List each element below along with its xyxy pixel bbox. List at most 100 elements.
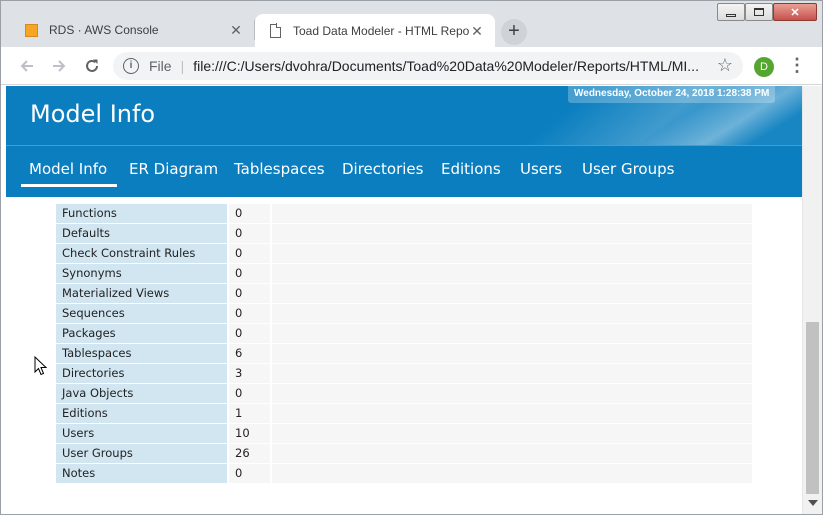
table-row: Defaults 0 xyxy=(56,224,752,244)
table-row: Java Objects 0 xyxy=(56,384,752,404)
nav-user-groups[interactable]: User Groups xyxy=(582,160,674,178)
table-row: Synonyms 0 xyxy=(56,264,752,284)
table-row: Notes 0 xyxy=(56,464,752,484)
nav-tablespaces[interactable]: Tablespaces xyxy=(234,160,325,178)
row-label: Defaults xyxy=(56,224,227,243)
url-separator: | xyxy=(180,58,185,74)
row-value: 0 xyxy=(229,324,270,343)
scroll-down-arrow-icon[interactable] xyxy=(808,500,818,506)
table-row: Check Constraint Rules 0 xyxy=(56,244,752,264)
nav-er-diagram[interactable]: ER Diagram xyxy=(129,160,218,178)
row-label: Packages xyxy=(56,324,227,343)
page-title: Model Info xyxy=(30,100,156,128)
arrow-right-icon xyxy=(53,60,66,72)
row-value: 0 xyxy=(229,304,270,323)
row-empty-cell xyxy=(272,204,752,223)
tab-title: RDS · AWS Console xyxy=(49,23,159,37)
row-label: User Groups xyxy=(56,444,227,463)
close-window-button[interactable]: ✕ xyxy=(773,3,817,21)
row-empty-cell xyxy=(272,384,752,403)
close-icon[interactable]: ✕ xyxy=(469,23,485,39)
arrow-left-icon xyxy=(20,60,33,72)
tab-rds-aws-console[interactable]: RDS · AWS Console ✕ xyxy=(11,20,255,40)
maximize-icon xyxy=(754,8,764,16)
reload-icon xyxy=(86,59,98,72)
row-value: 0 xyxy=(229,224,270,243)
report-timestamp: Wednesday, October 24, 2018 1:28:38 PM xyxy=(568,86,776,103)
row-empty-cell xyxy=(272,324,752,343)
row-value: 0 xyxy=(229,384,270,403)
row-value: 0 xyxy=(229,264,270,283)
table-row: User Groups 26 xyxy=(56,444,752,464)
row-empty-cell xyxy=(272,464,752,483)
table-row: Functions 0 xyxy=(56,204,752,224)
row-label: Java Objects xyxy=(56,384,227,403)
row-label: Directories xyxy=(56,364,227,383)
table-row: Directories 3 xyxy=(56,364,752,384)
table-row: Materialized Views 0 xyxy=(56,284,752,304)
aws-box-icon xyxy=(23,22,39,38)
row-label: Materialized Views xyxy=(56,284,227,303)
close-icon[interactable]: ✕ xyxy=(228,22,244,38)
model-info-table: Functions 0 Defaults 0 Check Constraint Rule… xyxy=(56,204,752,484)
tab-toad-data-modeler[interactable]: Toad Data Modeler - HTML Repo ✕ xyxy=(255,14,495,47)
menu-kebab-icon[interactable]: ⋮ xyxy=(787,55,807,77)
row-label: Sequences xyxy=(56,304,227,323)
scheme-label: File xyxy=(149,58,172,74)
row-label: Functions xyxy=(56,204,227,223)
browser-window: RDS · AWS Console ✕ Toad Data Modeler - … xyxy=(0,0,823,515)
bookmark-star-icon[interactable]: ☆ xyxy=(713,54,737,78)
table-row: Editions 1 xyxy=(56,404,752,424)
row-empty-cell xyxy=(272,304,752,323)
row-empty-cell xyxy=(272,364,752,383)
table-row: Tablespaces 6 xyxy=(56,344,752,364)
maximize-button[interactable] xyxy=(745,3,773,21)
row-value: 26 xyxy=(229,444,270,463)
page-viewport: Model Info Wednesday, October 24, 2018 1… xyxy=(1,86,822,514)
row-value: 0 xyxy=(229,204,270,223)
row-label: Notes xyxy=(56,464,227,483)
row-empty-cell xyxy=(272,264,752,283)
back-button[interactable] xyxy=(15,54,39,78)
address-bar[interactable]: i File | file:///C:/Users/dvohra/Documen… xyxy=(113,52,743,80)
profile-avatar[interactable]: D xyxy=(754,57,774,77)
row-label: Check Constraint Rules xyxy=(56,244,227,263)
row-empty-cell xyxy=(272,344,752,363)
scrollbar-thumb[interactable] xyxy=(806,322,819,494)
row-empty-cell xyxy=(272,244,752,263)
table-row: Packages 0 xyxy=(56,324,752,344)
mouse-cursor-icon xyxy=(34,356,48,376)
active-nav-indicator xyxy=(21,184,117,187)
browser-toolbar: i File | file:///C:/Users/dvohra/Documen… xyxy=(1,47,822,85)
row-value: 3 xyxy=(229,364,270,383)
url-text[interactable]: file:///C:/Users/dvohra/Documents/Toad%2… xyxy=(193,58,743,74)
row-value: 0 xyxy=(229,464,270,483)
row-value: 6 xyxy=(229,344,270,363)
nav-model-info[interactable]: Model Info xyxy=(29,160,107,178)
report-nav: Model Info ER Diagram Tablespaces Direct… xyxy=(6,146,802,197)
row-empty-cell xyxy=(272,284,752,303)
minimize-button[interactable] xyxy=(717,3,745,21)
page-header: Model Info Wednesday, October 24, 2018 1… xyxy=(6,86,802,146)
table-row: Users 10 xyxy=(56,424,752,444)
reload-button[interactable] xyxy=(80,54,104,78)
nav-editions[interactable]: Editions xyxy=(441,160,501,178)
nav-users[interactable]: Users xyxy=(520,160,562,178)
row-empty-cell xyxy=(272,404,752,423)
page-icon xyxy=(267,23,283,39)
row-value: 0 xyxy=(229,244,270,263)
new-tab-button[interactable]: + xyxy=(501,19,527,45)
row-label: Users xyxy=(56,424,227,443)
row-label: Editions xyxy=(56,404,227,423)
row-empty-cell xyxy=(272,444,752,463)
tab-strip: RDS · AWS Console ✕ Toad Data Modeler - … xyxy=(1,1,822,47)
row-empty-cell xyxy=(272,424,752,443)
row-value: 1 xyxy=(229,404,270,423)
info-icon[interactable]: i xyxy=(123,58,139,74)
vertical-scrollbar[interactable] xyxy=(802,86,822,514)
nav-directories[interactable]: Directories xyxy=(342,160,423,178)
forward-button[interactable] xyxy=(47,54,71,78)
row-empty-cell xyxy=(272,224,752,243)
tab-title: Toad Data Modeler - HTML Repo xyxy=(293,23,469,38)
table-row: Sequences 0 xyxy=(56,304,752,324)
